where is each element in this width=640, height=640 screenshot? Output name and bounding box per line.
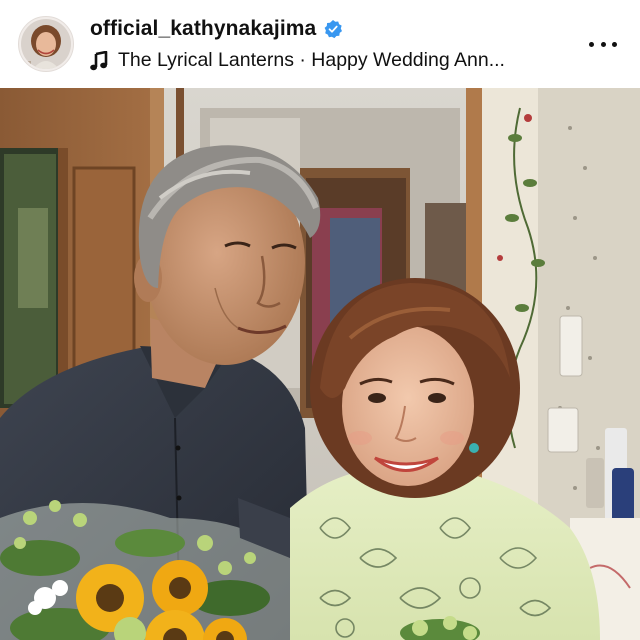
post-photo[interactable] xyxy=(0,88,640,640)
more-options-icon xyxy=(589,41,594,47)
more-options-icon xyxy=(612,41,617,47)
post-meta: official_kathynakajima The Lyrical Lante… xyxy=(90,15,586,74)
username-row: official_kathynakajima xyxy=(90,15,586,43)
audio-track-label: The Lyrical Lanterns · Happy Wedding Ann… xyxy=(118,49,505,71)
instagram-post: official_kathynakajima The Lyrical Lante… xyxy=(0,0,640,640)
avatar-image xyxy=(21,19,71,69)
profile-avatar[interactable] xyxy=(18,16,74,72)
verified-badge-icon xyxy=(324,19,343,38)
post-header: official_kathynakajima The Lyrical Lante… xyxy=(0,0,640,88)
more-options-icon xyxy=(600,41,606,47)
audio-row[interactable]: The Lyrical Lanterns · Happy Wedding Ann… xyxy=(90,48,586,74)
post-image xyxy=(0,88,640,640)
music-note-icon xyxy=(90,50,108,70)
username-link[interactable]: official_kathynakajima xyxy=(90,17,316,41)
more-options-button[interactable] xyxy=(586,29,620,59)
